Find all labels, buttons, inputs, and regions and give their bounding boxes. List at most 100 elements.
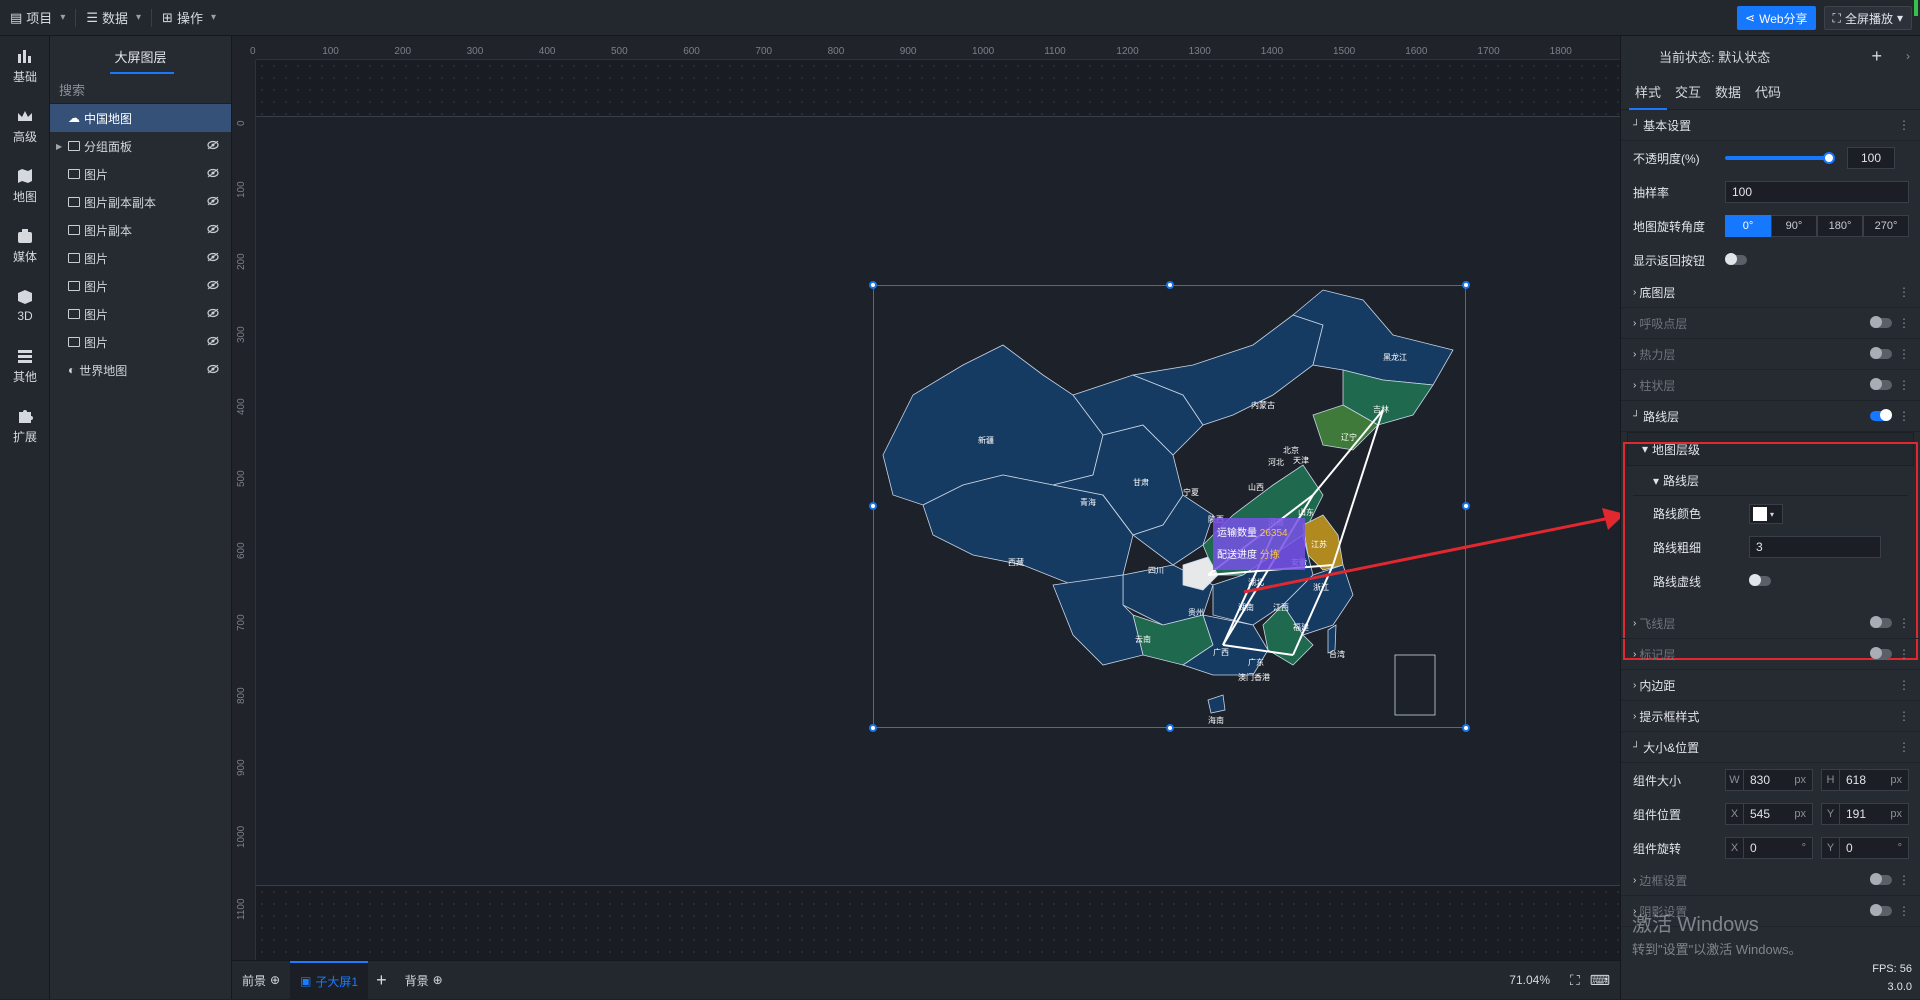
state-selector[interactable]: 当前状态: 默认状态 + › <box>1621 36 1920 76</box>
layer-item[interactable]: 图片 <box>50 328 231 356</box>
more-icon[interactable]: ⋮ <box>1898 409 1910 423</box>
width-input[interactable]: W 830 px <box>1725 769 1813 791</box>
back-button-toggle[interactable] <box>1725 253 1747 265</box>
more-icon[interactable]: ⋮ <box>1898 709 1910 723</box>
add-state-icon[interactable]: + <box>1871 46 1882 67</box>
tab-screen-layers[interactable]: 大屏图层 <box>50 36 231 76</box>
eye-off-icon[interactable] <box>207 364 219 374</box>
breath-layer-toggle[interactable] <box>1870 316 1892 328</box>
eye-off-icon[interactable] <box>207 308 219 318</box>
category-basic[interactable]: 基础 <box>0 36 50 96</box>
plus-circle-icon[interactable]: ⊕ <box>270 973 280 987</box>
eye-off-icon[interactable] <box>207 280 219 290</box>
opacity-slider[interactable] <box>1725 152 1835 164</box>
section-base-layer[interactable]: › 底图层 ⋮ <box>1621 277 1920 308</box>
resize-handle[interactable] <box>1462 281 1470 289</box>
tab-child-screen[interactable]: ▣ 子大屏1 <box>290 960 369 1000</box>
category-media[interactable]: 媒体 <box>0 216 50 276</box>
tab-interaction[interactable]: 交互 <box>1675 76 1701 110</box>
tab-foreground[interactable]: 前景 ⊕ <box>232 961 290 1000</box>
eye-off-icon[interactable] <box>207 252 219 262</box>
resize-handle[interactable] <box>1166 724 1174 732</box>
section-size-position[interactable]: ┘ 大小&位置 ⋮ <box>1621 732 1920 763</box>
layer-item[interactable]: ☁ 中国地图 <box>50 104 231 132</box>
web-share-button[interactable]: ⋖ Web分享 <box>1737 6 1816 30</box>
category-extension[interactable]: 扩展 <box>0 396 50 456</box>
resize-handle[interactable] <box>869 502 877 510</box>
category-advanced[interactable]: 高级 <box>0 96 50 156</box>
add-screen-button[interactable]: + <box>368 970 395 991</box>
section-fly-layer[interactable]: › 飞线层 ⋮ <box>1621 608 1920 639</box>
chevron-right-icon[interactable]: ▶ <box>56 142 62 151</box>
section-heat-layer[interactable]: › 热力层 ⋮ <box>1621 339 1920 370</box>
tab-code[interactable]: 代码 <box>1755 76 1781 110</box>
layer-item[interactable]: 图片 <box>50 272 231 300</box>
rotate-y-input[interactable]: Y 0 ° <box>1821 837 1909 859</box>
layer-item[interactable]: ▶ 分组面板 <box>50 132 231 160</box>
section-breath-layer[interactable]: › 呼吸点层 ⋮ <box>1621 308 1920 339</box>
section-mark-layer[interactable]: › 标记层 ⋮ <box>1621 639 1920 670</box>
resize-handle[interactable] <box>869 724 877 732</box>
editor-canvas[interactable]: 0 100 200 300 400 500 600 700 800 900 1000 1100 1200… <box>232 36 1620 960</box>
more-icon[interactable]: ⋮ <box>1898 678 1910 692</box>
resize-handle[interactable] <box>869 281 877 289</box>
category-3d[interactable]: 3D <box>0 276 50 336</box>
section-column-layer[interactable]: › 柱状层 ⋮ <box>1621 370 1920 401</box>
rotate-x-input[interactable]: X 0 ° <box>1725 837 1813 859</box>
section-basic-settings[interactable]: ┘ 基本设置 ⋮ <box>1621 110 1920 141</box>
fly-layer-toggle[interactable] <box>1870 616 1892 628</box>
section-route-layer[interactable]: ┘ 路线层 ⋮ <box>1621 401 1920 432</box>
resize-handle[interactable] <box>1166 281 1174 289</box>
fullscreen-play-button[interactable]: ⛶ 全屏播放 ▾ <box>1823 6 1912 30</box>
chevron-right-icon[interactable]: › <box>1906 49 1910 63</box>
sample-rate-input[interactable]: 100 <box>1725 181 1909 203</box>
layer-item[interactable]: 图片副本副本 <box>50 188 231 216</box>
column-layer-toggle[interactable] <box>1870 378 1892 390</box>
more-icon[interactable]: ⋮ <box>1898 647 1910 661</box>
section-border[interactable]: › 边框设置 ⋮ <box>1621 865 1920 896</box>
more-icon[interactable]: ⋮ <box>1898 316 1910 330</box>
rotate-180-button[interactable]: 180° <box>1817 215 1863 237</box>
layer-item[interactable]: 图片副本 <box>50 216 231 244</box>
category-other[interactable]: 其他 <box>0 336 50 396</box>
rotate-270-button[interactable]: 270° <box>1863 215 1909 237</box>
eye-off-icon[interactable] <box>207 140 219 150</box>
section-tooltip-style[interactable]: › 提示框样式 ⋮ <box>1621 701 1920 732</box>
plus-circle-icon[interactable]: ⊕ <box>433 973 443 987</box>
layer-item[interactable]: ◐ 世界地图 <box>50 356 231 384</box>
height-input[interactable]: H 618 px <box>1821 769 1909 791</box>
layer-item[interactable]: 图片 <box>50 300 231 328</box>
shadow-toggle[interactable] <box>1870 904 1892 916</box>
more-icon[interactable]: ⋮ <box>1898 740 1910 754</box>
y-input[interactable]: Y 191 px <box>1821 803 1909 825</box>
more-icon[interactable]: ⋮ <box>1898 118 1910 132</box>
more-icon[interactable]: ⋮ <box>1898 347 1910 361</box>
menu-project[interactable]: ▤ 项目 ▾ <box>0 0 75 36</box>
border-toggle[interactable] <box>1870 873 1892 885</box>
opacity-input[interactable]: 100 <box>1847 147 1895 169</box>
slider-knob[interactable] <box>1823 152 1835 164</box>
rotate-0-button[interactable]: 0° <box>1725 215 1771 237</box>
more-icon[interactable]: ⋮ <box>1898 904 1910 918</box>
more-icon[interactable]: ⋮ <box>1898 616 1910 630</box>
eye-off-icon[interactable] <box>207 168 219 178</box>
menu-data[interactable]: ☰ 数据 ▾ <box>76 0 151 36</box>
tab-background[interactable]: 背景 ⊕ <box>395 961 453 1000</box>
x-input[interactable]: X 545 px <box>1725 803 1813 825</box>
zoom-level[interactable]: 71.04% <box>1509 973 1550 987</box>
route-layer-toggle[interactable] <box>1870 409 1892 421</box>
layer-item[interactable]: 图片 <box>50 244 231 272</box>
keyboard-icon[interactable]: ⌨ <box>1590 972 1610 989</box>
heat-layer-toggle[interactable] <box>1870 347 1892 359</box>
tab-data[interactable]: 数据 <box>1715 76 1741 110</box>
eye-off-icon[interactable] <box>207 196 219 206</box>
category-map[interactable]: 地图 <box>0 156 50 216</box>
fit-screen-icon[interactable]: ⛶ <box>1570 972 1580 989</box>
more-icon[interactable]: ⋮ <box>1898 285 1910 299</box>
tab-style[interactable]: 样式 <box>1628 76 1668 110</box>
more-icon[interactable]: ⋮ <box>1898 873 1910 887</box>
mark-layer-toggle[interactable] <box>1870 647 1892 659</box>
resize-handle[interactable] <box>1462 724 1470 732</box>
eye-off-icon[interactable] <box>207 336 219 346</box>
layer-item[interactable]: 图片 <box>50 160 231 188</box>
